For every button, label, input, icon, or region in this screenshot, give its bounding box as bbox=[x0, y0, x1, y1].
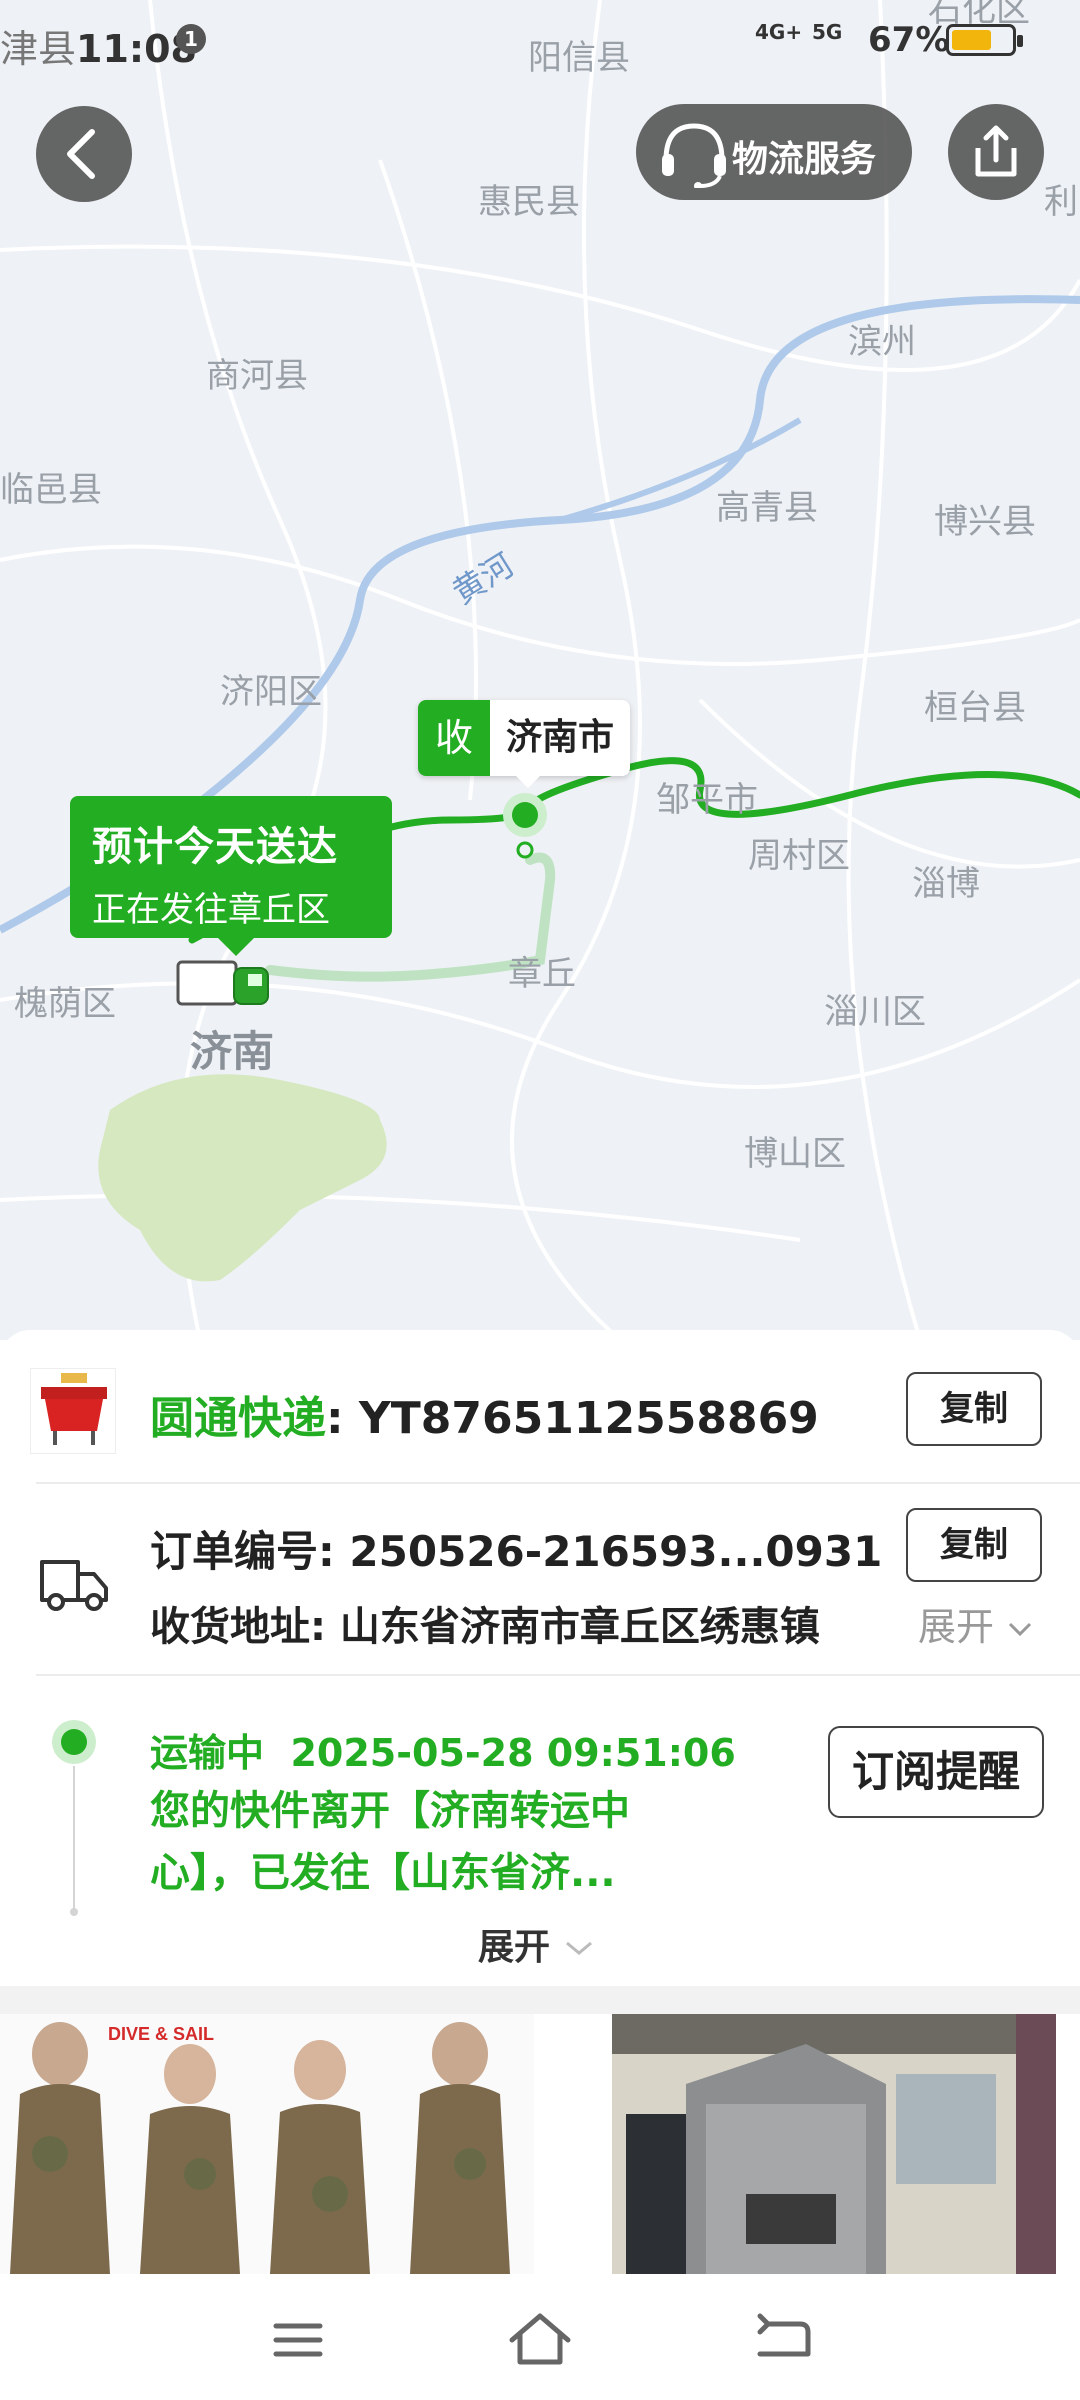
carrier-name: 圆通快递 bbox=[150, 1393, 326, 1444]
battery-percent: 67% bbox=[868, 20, 950, 60]
product-thumbnail[interactable] bbox=[30, 1368, 116, 1454]
divider bbox=[36, 1482, 1080, 1484]
product-brand-logo: DIVE & SAIL bbox=[108, 2024, 214, 2044]
nav-menu-button[interactable] bbox=[258, 2304, 338, 2374]
status-bar: 津县11:08 1 4G+ 5G 67% bbox=[0, 0, 1080, 80]
back-icon bbox=[757, 2313, 811, 2357]
map-city-label: 惠民县 bbox=[478, 182, 580, 222]
map-city-label: 博兴县 bbox=[934, 502, 1036, 542]
map-city-label: 临邑县 bbox=[0, 470, 102, 510]
nav-home-button[interactable] bbox=[500, 2304, 580, 2374]
truck-marker-icon bbox=[176, 960, 269, 1006]
eta-subtitle: 正在发往章丘区 bbox=[92, 890, 330, 930]
order-number: 订单编号: 250526-216593...0931 bbox=[150, 1527, 883, 1576]
map-city-label: 博山区 bbox=[744, 1134, 846, 1174]
headset-icon bbox=[662, 123, 726, 188]
system-nav-bar bbox=[0, 2276, 1080, 2400]
map-city-label: 利 bbox=[1044, 182, 1078, 222]
section-gap bbox=[0, 1986, 1080, 2014]
transit-status: 运输中 2025-05-28 09:51:06 bbox=[150, 1731, 736, 1775]
copy-tracking-button[interactable]: 复制 bbox=[906, 1372, 1042, 1446]
eta-title: 预计今天送达 bbox=[92, 824, 338, 870]
eta-callout: 预计今天送达 正在发往章丘区 bbox=[70, 796, 392, 956]
share-button[interactable] bbox=[948, 104, 1044, 200]
timeline-line bbox=[70, 1766, 78, 1916]
recommended-product-card[interactable] bbox=[546, 2014, 1080, 2274]
map-city-label: 周村区 bbox=[748, 836, 850, 876]
home-icon bbox=[509, 2313, 571, 2365]
receive-city-tag: 收 济南市 bbox=[418, 700, 631, 776]
map-city-label: 商河县 bbox=[206, 356, 308, 396]
nav-back-button[interactable] bbox=[742, 2304, 822, 2374]
map-view[interactable]: 阳信县 惠民县 滨州 商河县 临邑县 高青县 博兴县 济阳区 桓台县 邹平市 周… bbox=[0, 0, 1080, 1340]
copy-order-button[interactable]: 复制 bbox=[906, 1508, 1042, 1582]
product-image-shed bbox=[546, 2014, 1080, 2274]
notification-badge: 1 bbox=[176, 24, 206, 54]
chevron-down-icon bbox=[1009, 1622, 1032, 1636]
tracking-number: YT8765112558869 bbox=[358, 1393, 819, 1444]
destination-pin bbox=[512, 802, 538, 828]
transit-message: 您的快件离开【济南转运中心】，已发往【山东省济... bbox=[150, 1788, 630, 1896]
status-dot-icon bbox=[52, 1720, 96, 1764]
map-city-label: 桓台县 bbox=[924, 688, 1026, 728]
logistics-service-label: 物流服务 bbox=[732, 139, 877, 180]
back-button[interactable] bbox=[36, 106, 132, 202]
battery-icon bbox=[946, 24, 1023, 56]
back-arrow-icon bbox=[67, 129, 95, 179]
map-city-label: 济阳区 bbox=[220, 672, 322, 712]
share-icon bbox=[975, 125, 1017, 177]
recommended-product-card[interactable]: DIVE & SAIL bbox=[0, 2014, 534, 2274]
menu-icon bbox=[273, 2323, 323, 2357]
map-city-label: 邹平市 bbox=[656, 780, 758, 820]
network-4g-icon: 4G+ bbox=[755, 20, 803, 44]
map-city-label: 槐荫区 bbox=[14, 984, 116, 1024]
logistics-service-button[interactable]: 物流服务 bbox=[636, 104, 912, 200]
expand-tracking-button[interactable]: 展开 bbox=[478, 1918, 595, 1970]
delivery-address: 收货地址: 山东省济南市章丘区绣惠镇 bbox=[150, 1604, 820, 1650]
status-time: 津县11:08 bbox=[0, 27, 197, 71]
subscribe-reminder-button[interactable]: 订阅提醒 bbox=[828, 1726, 1044, 1818]
expand-address-button[interactable]: 展开 bbox=[918, 1596, 1034, 1651]
chevron-down-icon bbox=[565, 1941, 592, 1955]
carrier-tracking: 圆通快递: YT8765112558869 bbox=[150, 1393, 819, 1444]
map-city-label: 章丘 bbox=[508, 954, 576, 994]
divider bbox=[36, 1674, 1080, 1676]
map-city-label: 淄川区 bbox=[824, 992, 926, 1032]
map-city-label: 滨州 bbox=[848, 322, 916, 362]
receive-badge: 收 bbox=[418, 700, 490, 776]
network-5g-icon: 5G bbox=[812, 20, 843, 44]
map-city-label-jinan: 济南 bbox=[190, 1027, 275, 1076]
map-city-label: 高青县 bbox=[716, 488, 818, 528]
receive-city: 济南市 bbox=[490, 700, 631, 776]
product-image-wetsuit: DIVE & SAIL bbox=[0, 2014, 534, 2274]
map-city-label: 淄博 bbox=[912, 864, 980, 904]
delivery-truck-icon bbox=[38, 1550, 110, 1618]
